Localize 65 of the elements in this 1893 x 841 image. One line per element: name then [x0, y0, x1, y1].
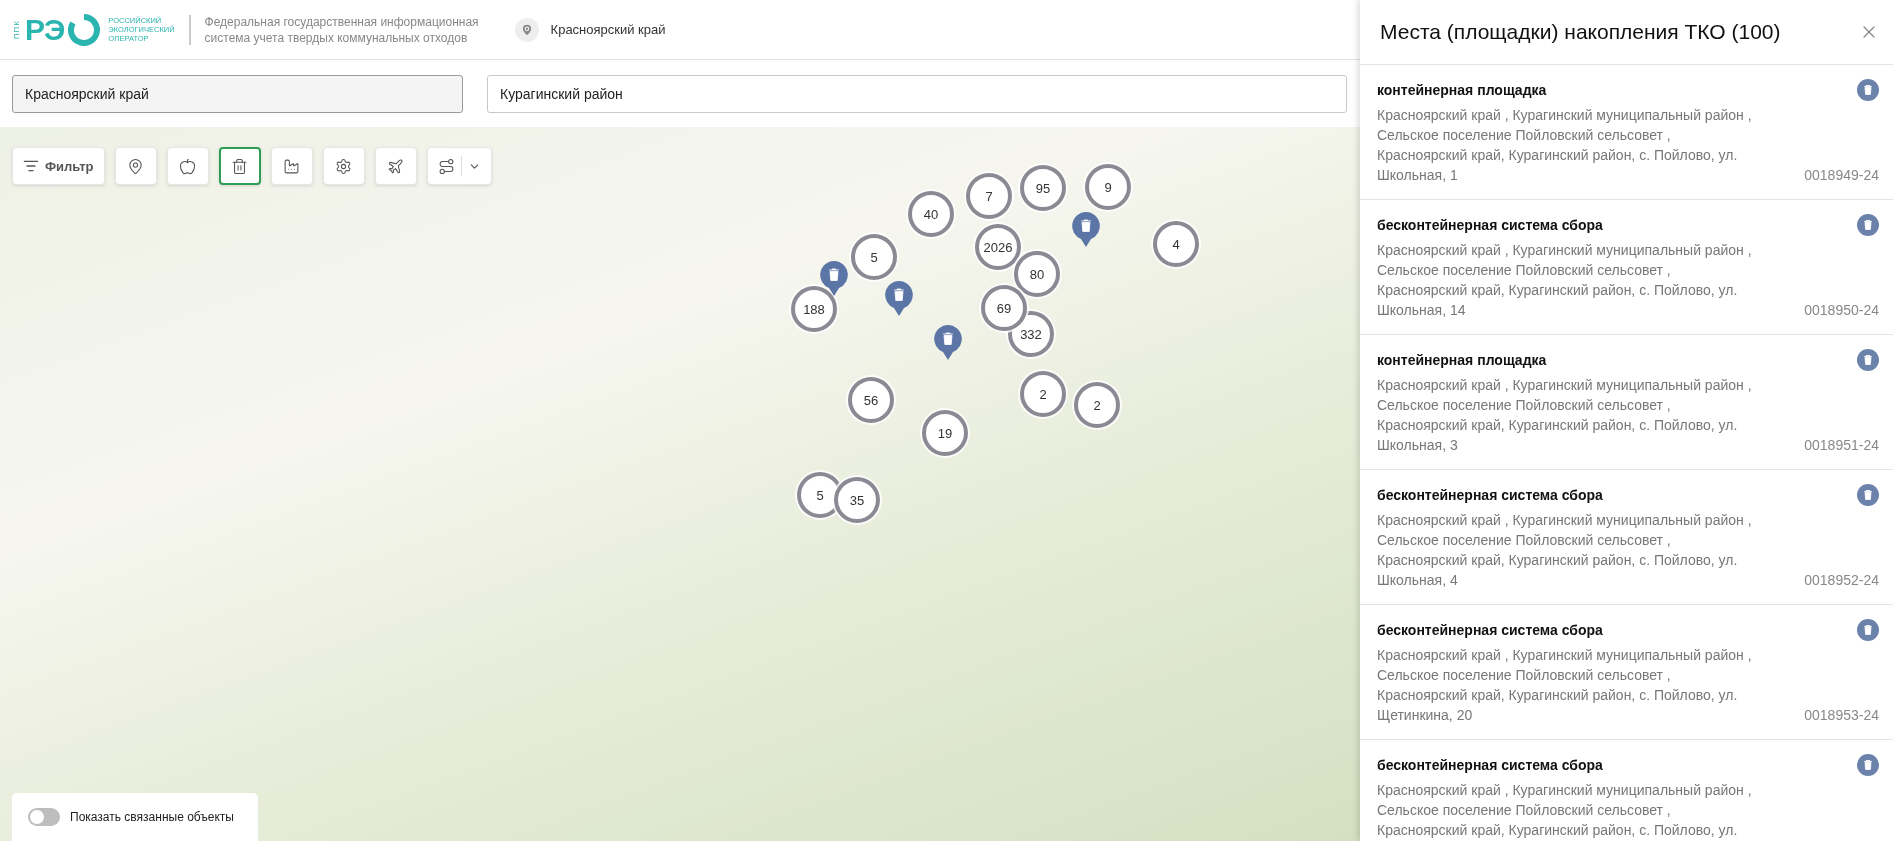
list-item[interactable]: бесконтейнерная система сбора Красноярский край , Курагинский муниципальный район , Сельское поселение Пойловский сельсовет , Красноярский край, Курагинский район, с. Пойлово, ул. [1360, 740, 1893, 841]
trash-icon[interactable] [1857, 214, 1879, 236]
cluster-marker[interactable]: 7 [966, 173, 1012, 219]
cluster-marker[interactable]: 40 [908, 191, 954, 237]
trash-icon[interactable] [1857, 619, 1879, 641]
route-icon [437, 157, 455, 175]
cluster-marker[interactable]: 80 [1014, 251, 1060, 297]
item-code: 0018951-24 [1804, 436, 1879, 455]
cluster-marker[interactable]: 5 [851, 234, 897, 280]
cluster-marker[interactable]: 4 [1153, 221, 1199, 267]
layer-toggle-button[interactable] [218, 147, 261, 185]
item-code: 0018953-24 [1804, 706, 1879, 725]
logo-text: ППК [12, 19, 21, 40]
item-address: Красноярский край , Курагинский муниципальный район , Сельское поселение Пойловский сельсовет , Красноярский край, Курагинский район, с. Пойлово, ул. Школьная, 4 [1377, 511, 1752, 590]
item-type: бесконтейнерная система сбора [1377, 757, 1603, 773]
cluster-marker[interactable]: 9 [1085, 164, 1131, 210]
item-type: бесконтейнерная система сбора [1377, 622, 1603, 638]
item-code: 0018949-24 [1804, 166, 1879, 185]
plane-icon [387, 157, 404, 175]
trash-pin-icon[interactable] [933, 324, 963, 362]
logo-text: РЭ [25, 12, 65, 47]
item-address: Красноярский край , Курагинский муниципальный район , Сельское поселение Пойловский сельсовет , Красноярский край, Курагинский район, с. Пойлово, ул. [1377, 781, 1752, 840]
system-name: Федеральная государственная информационная система учета твердых коммунальных отходов [204, 13, 479, 46]
trash-icon[interactable] [1857, 349, 1879, 371]
apple-icon [179, 157, 196, 175]
cluster-marker[interactable]: 69 [981, 285, 1027, 331]
factory-icon [283, 157, 300, 175]
panel-title: Места (площадки) накопления ТКО (100) [1380, 20, 1781, 44]
toggle-label: Показать связанные объекты [70, 810, 234, 824]
trash-icon [231, 157, 248, 175]
list-item[interactable]: контейнерная площадка Красноярский край , Курагинский муниципальный район , Сельское поселение Пойловский сельсовет , Красноярский край, Курагинский район, с. Пойлово, ул. Школьная, 3 0018951-24 [1360, 335, 1893, 470]
cluster-marker[interactable]: 2 [1074, 382, 1120, 428]
item-address: Красноярский край , Курагинский муниципальный район , Сельское поселение Пойловский сельсовет , Красноярский край, Курагинский район, с. Пойлово, ул. Школьная, 14 [1377, 241, 1752, 320]
item-type: контейнерная площадка [1377, 82, 1547, 98]
trash-pin-icon[interactable] [819, 260, 849, 298]
item-type: контейнерная площадка [1377, 352, 1547, 368]
district-select[interactable]: Курагинский район [487, 74, 1347, 113]
region-link[interactable]: Красноярский край [550, 22, 666, 37]
item-address: Красноярский край , Курагинский муниципальный район , Сельское поселение Пойловский сельсовет , Красноярский край, Курагинский район, с. Пойлово, ул. Школьная, 1 [1377, 106, 1752, 185]
item-address: Красноярский край , Курагинский муниципальный район , Сельское поселение Пойловский сельсовет , Красноярский край, Курагинский район, с. Пойлово, ул. Школьная, 3 [1377, 376, 1752, 455]
item-code: 0018950-24 [1804, 301, 1879, 320]
list-item[interactable]: контейнерная площадка Красноярский край , Курагинский муниципальный район , Сельское поселение Пойловский сельсовет , Красноярский край, Курагинский район, с. Пойлово, ул. Школьная, 1 0018949-24 [1360, 65, 1893, 200]
region-select[interactable]: Красноярский край [12, 74, 463, 113]
item-type: бесконтейнерная система сбора [1377, 217, 1603, 233]
location-icon[interactable] [514, 17, 539, 42]
cluster-marker[interactable]: 2 [1020, 371, 1066, 417]
gear-icon [335, 157, 352, 175]
cluster-marker[interactable]: 19 [922, 410, 968, 456]
trash-icon[interactable] [1857, 484, 1879, 506]
ring-logo-icon [68, 13, 101, 46]
trash-icon[interactable] [1857, 79, 1879, 101]
cluster-marker[interactable]: 56 [848, 377, 894, 423]
trash-pin-icon[interactable] [884, 280, 914, 318]
trash-pin-icon[interactable] [1071, 211, 1101, 249]
cluster-marker[interactable]: 2026 [975, 224, 1021, 270]
item-address: Красноярский край , Курагинский муниципальный район , Сельское поселение Пойловский сельсовет , Красноярский край, Курагинский район, с. Пойлово, ул. Щетинкина, 20 [1377, 646, 1752, 725]
cluster-marker[interactable]: 35 [834, 477, 880, 523]
toggle-switch[interactable] [28, 808, 60, 826]
filter-button[interactable]: Фильтр [12, 147, 105, 185]
filter-icon [23, 158, 39, 174]
item-type: бесконтейнерная система сбора [1377, 487, 1603, 503]
cluster-marker[interactable]: 95 [1020, 165, 1066, 211]
pin-icon [127, 157, 144, 175]
item-code: 0018952-24 [1804, 571, 1879, 590]
trash-icon[interactable] [1857, 754, 1879, 776]
